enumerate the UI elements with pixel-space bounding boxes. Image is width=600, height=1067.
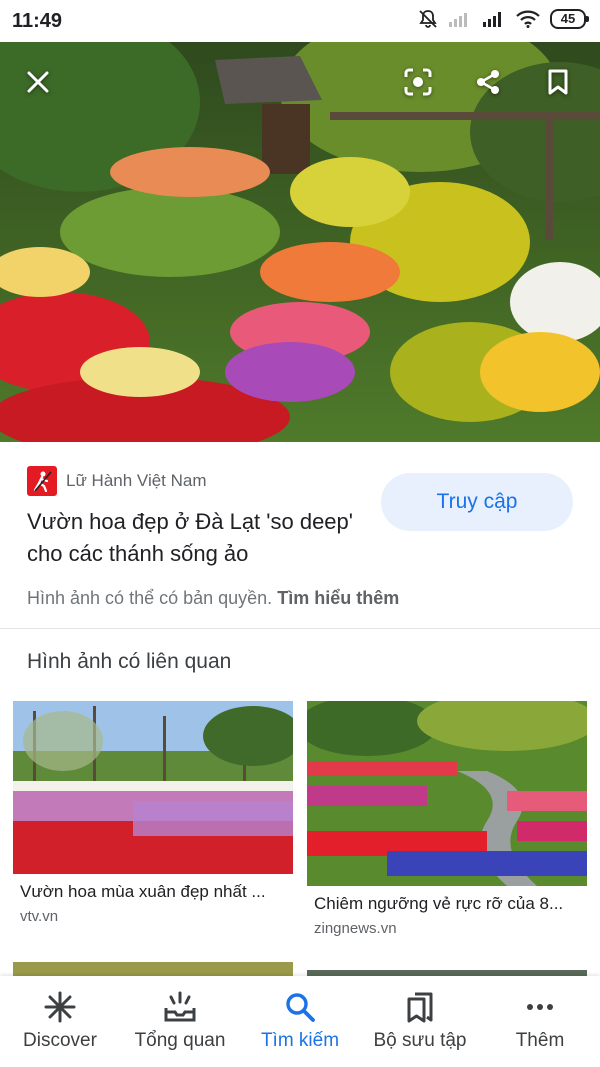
signal-icon [483,12,501,27]
site-name: Lữ Hành Việt Nam [66,471,207,490]
close-button[interactable] [16,60,60,104]
collections-icon [407,992,433,1023]
battery-indicator: 45 [550,9,589,29]
flower-garden-image [0,42,600,442]
lens-icon [404,68,432,96]
site-logo [27,466,57,496]
bookmark-icon [548,69,568,95]
nav-label: Discover [23,1030,97,1051]
more-icon [527,1004,553,1010]
wifi-icon [516,10,540,28]
bottom-nav: Discover Tổng quan Tìm kiếm Bộ sưu tập T… [0,976,600,1067]
copyright-text: Hình ảnh có thể có bản quyền. [27,588,273,608]
related-caption: Vườn hoa mùa xuân đẹp nhất ... [20,882,266,901]
nav-label: Tìm kiếm [260,1030,340,1051]
hero-image[interactable] [0,42,600,442]
bookmark-button[interactable] [536,60,580,104]
related-thumbnail [307,701,587,886]
related-card[interactable]: Chiêm ngưỡng vẻ rực rỡ của 8... zingnews… [307,701,587,937]
nav-discover[interactable]: Discover [0,976,120,1067]
image-title[interactable]: Vườn hoa đẹp ở Đà Lạt 'so deep' cho các … [27,506,357,570]
close-icon [27,71,49,93]
share-icon [477,70,499,94]
copyright-notice: Hình ảnh có thể có bản quyền. Tìm hiểu t… [27,588,399,609]
nav-label: Bộ sưu tập [373,1030,467,1051]
mute-bell-icon [419,10,437,28]
source-panel: Lữ Hành Việt Nam Vườn hoa đẹp ở Đà Lạt '… [0,442,600,629]
search-icon [286,993,315,1022]
related-source: vtv.vn [20,908,59,925]
related-source: zingnews.vn [314,920,397,937]
site-info[interactable]: Lữ Hành Việt Nam [27,466,207,496]
nav-search[interactable]: Tìm kiếm [240,976,360,1067]
signal-empty-icon [449,13,467,27]
status-bar: 11:49 45 [0,0,600,42]
learn-more-link[interactable]: Tìm hiểu thêm [277,588,399,608]
nav-more[interactable]: Thêm [480,976,600,1067]
next-thumbnail-peek[interactable] [13,962,293,976]
visit-button[interactable]: Truy cập [381,473,573,531]
related-card[interactable]: Vườn hoa mùa xuân đẹp nhất ... vtv.vn [13,701,293,925]
status-time: 11:49 [12,10,63,32]
traveler-logo-icon [33,471,52,492]
updates-icon [164,991,196,1022]
share-button[interactable] [466,60,510,104]
nav-label: Thêm [515,1030,565,1051]
status-icons: 45 [418,9,589,29]
related-heading: Hình ảnh có liên quan [27,650,232,673]
lens-button[interactable] [396,60,440,104]
related-caption: Chiêm ngưỡng vẻ rực rỡ của 8... [314,894,564,913]
related-thumbnail [13,701,293,874]
nav-label: Tổng quan [134,1030,226,1051]
asterisk-icon [44,991,76,1023]
nav-collections[interactable]: Bộ sưu tập [360,976,480,1067]
nav-updates[interactable]: Tổng quan [120,976,240,1067]
